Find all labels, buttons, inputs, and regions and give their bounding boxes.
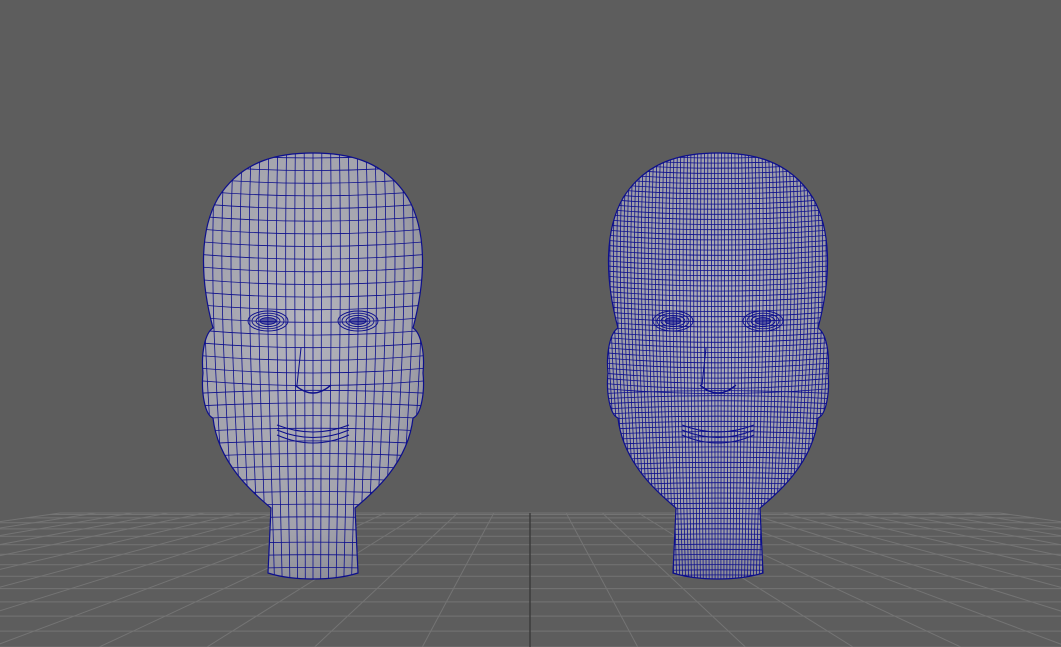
eye-right bbox=[259, 317, 277, 325]
eye-right bbox=[664, 317, 682, 325]
low-poly-head-mesh[interactable] bbox=[194, 152, 431, 583]
grid-line bbox=[565, 512, 639, 647]
grid-line bbox=[0, 512, 61, 523]
ground-grid bbox=[0, 512, 1061, 647]
eye-left bbox=[754, 317, 772, 325]
grid-line bbox=[819, 512, 1061, 571]
scene-canvas[interactable] bbox=[0, 0, 1061, 647]
eye-left bbox=[349, 317, 367, 325]
grid-line bbox=[0, 512, 205, 557]
grid-line bbox=[0, 512, 133, 537]
grid-line bbox=[855, 512, 1061, 557]
viewport-3d[interactable] bbox=[0, 0, 1061, 647]
grid-line bbox=[0, 512, 241, 570]
high-poly-head-mesh[interactable] bbox=[599, 152, 836, 583]
grid-line bbox=[927, 512, 1061, 537]
grid-line bbox=[782, 512, 1061, 588]
grid-line bbox=[0, 512, 278, 588]
grid-line bbox=[710, 512, 1061, 645]
grid-line bbox=[999, 512, 1061, 523]
grid-line bbox=[421, 512, 495, 647]
